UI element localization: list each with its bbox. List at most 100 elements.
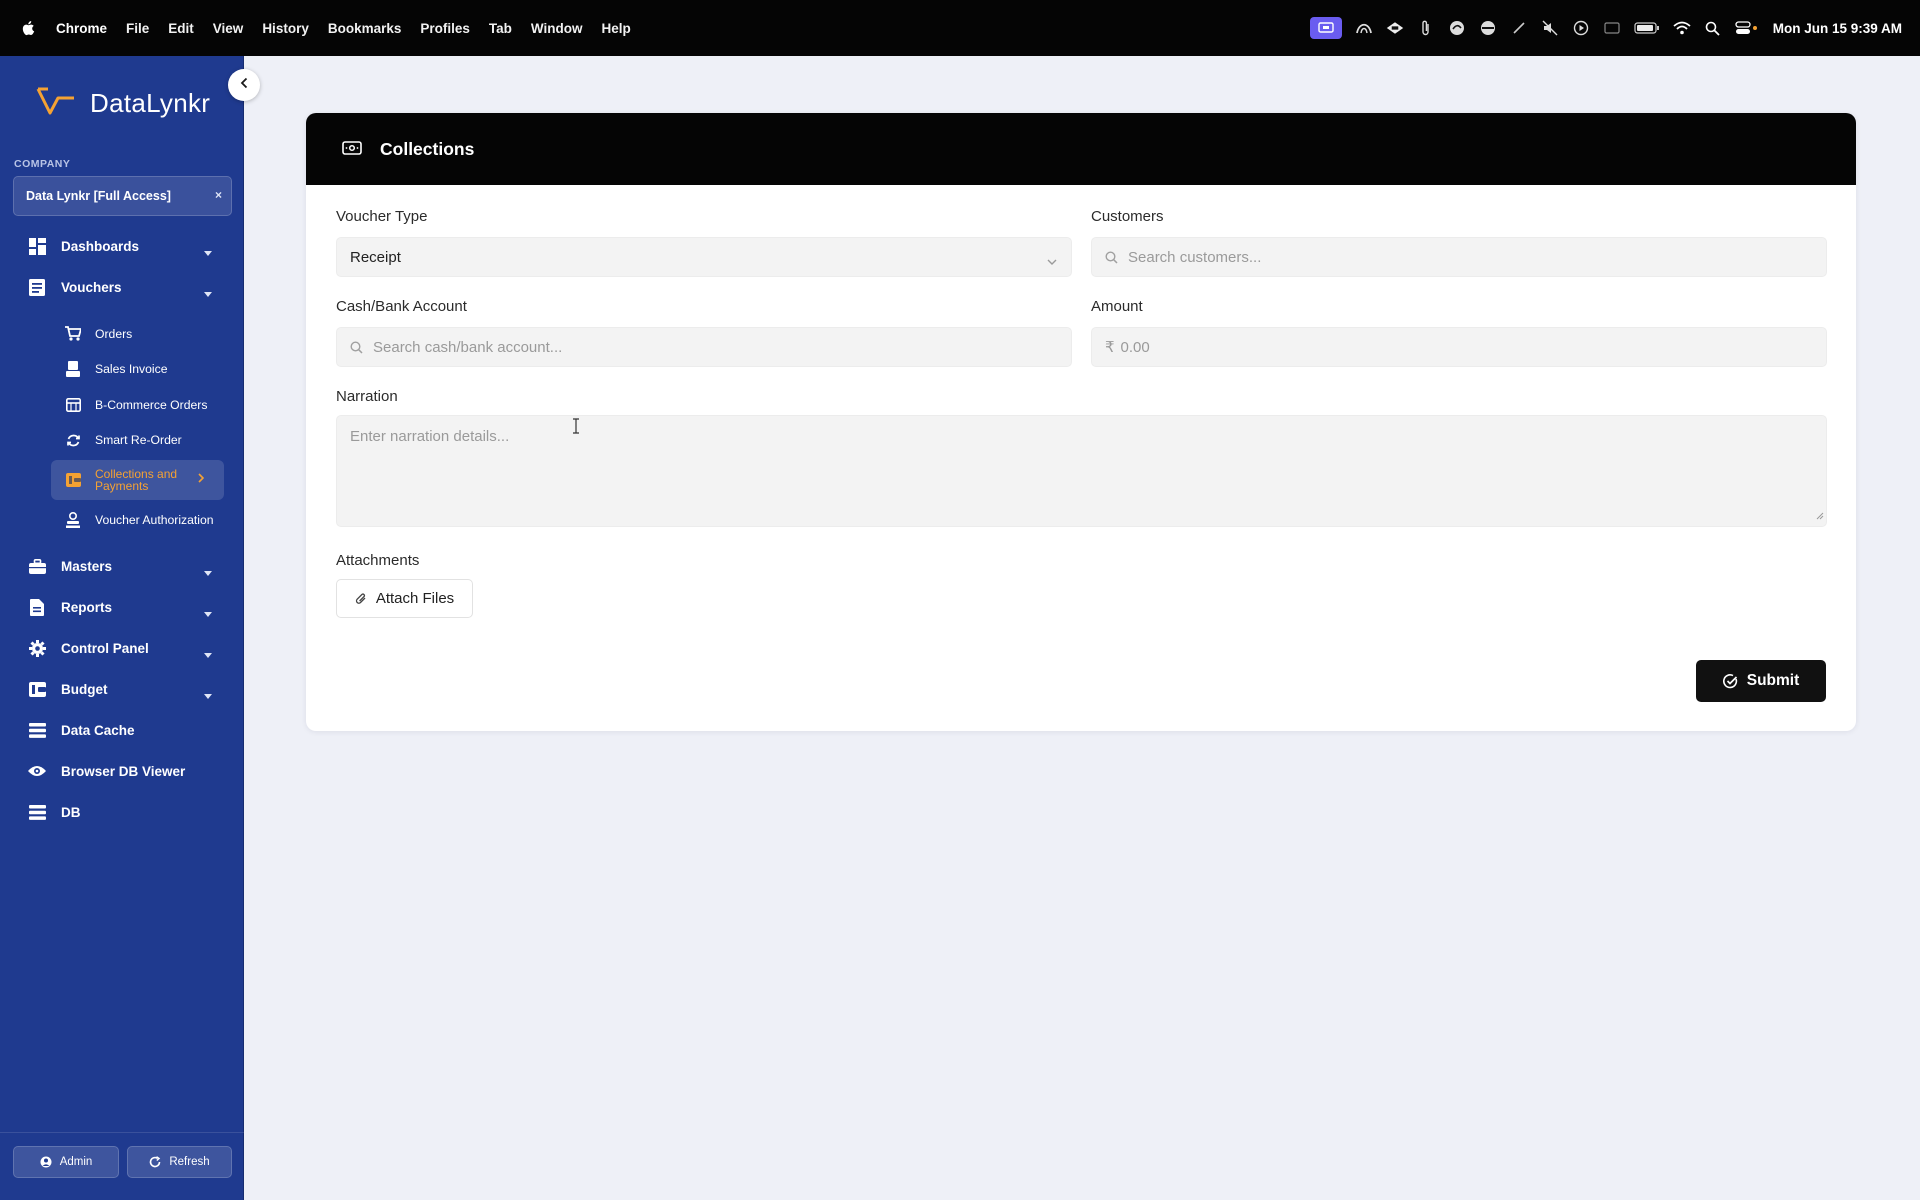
sidebar-subitem-collections-and-payments[interactable]: Collections and Payments [51,460,224,500]
sidebar-item-reports[interactable]: Reports [0,587,244,628]
menu-tab[interactable]: Tab [489,21,512,36]
menu-clock[interactable]: Mon Jun 15 9:39 AM [1773,21,1902,36]
list-icon [28,803,46,821]
menu-edit[interactable]: Edit [168,21,194,36]
pen-icon[interactable] [1510,19,1528,37]
company-label: COMPANY [14,158,71,170]
voucher-type-label: Voucher Type [336,208,428,225]
sidebar-subitem-sales-invoice[interactable]: Sales Invoice [0,352,244,388]
text-cursor-icon [571,418,581,434]
refresh-button[interactable]: Refresh [127,1146,232,1178]
system-menu-bar: Chrome File Edit View History Bookmarks … [0,0,1920,56]
sidebar-toggle-icon[interactable] [1603,19,1621,37]
dashboard-icon [28,238,46,256]
narration-placeholder: Enter narration details... [350,428,510,445]
menu-help[interactable]: Help [602,21,631,36]
control-center-icon[interactable] [1735,19,1759,37]
amount-input[interactable]: ₹ 0.00 [1091,327,1827,367]
globe-app-icon[interactable] [1479,19,1497,37]
gear-icon [28,639,46,657]
amount-placeholder: 0.00 [1120,338,1150,356]
sidebar-item-data-cache[interactable]: Data Cache [0,710,244,751]
sidebar-item-browser-db-viewer[interactable]: Browser DB Viewer [0,751,244,792]
clear-company-icon[interactable]: × [215,188,222,202]
sidebar-subitem-b-commerce-orders[interactable]: B-Commerce Orders [0,387,244,423]
resize-grip-icon[interactable] [1816,507,1824,524]
sidebar-subitem-label: Collections and Payments [95,467,178,493]
mute-icon[interactable] [1541,19,1559,37]
brand-logo[interactable]: DataLynkr [36,86,210,121]
sidebar-subitem-label: Sales Invoice [95,362,168,377]
sidebar-subitem-label: Orders [95,326,133,341]
caret-down-icon [204,605,212,620]
sidebar-item-vouchers[interactable]: Vouchers [0,267,244,308]
paperclip-icon [355,592,367,606]
menu-app-name[interactable]: Chrome [56,21,107,36]
narration-label: Narration [336,388,398,405]
refresh-button-label: Refresh [169,1156,210,1168]
chevron-right-icon [198,473,205,485]
sidebar-item-budget[interactable]: Budget [0,669,244,710]
voucher-type-select[interactable]: Receipt [336,237,1072,277]
sidebar-item-control-panel[interactable]: Control Panel [0,628,244,669]
arc-icon[interactable] [1355,19,1373,37]
sidebar-subitem-label: Smart Re-Order [95,433,182,448]
sidebar-item-db[interactable]: DB [0,792,244,833]
customers-placeholder: Search customers... [1128,248,1262,266]
sidebar-item-label: Budget [61,681,108,697]
menu-file[interactable]: File [126,21,149,36]
menu-window[interactable]: Window [531,21,583,36]
wifi-icon[interactable] [1673,19,1691,37]
menu-history[interactable]: History [262,21,309,36]
customers-search-input[interactable]: Search customers... [1091,237,1827,277]
submit-button[interactable]: Submit [1696,660,1826,702]
screen-share-icon[interactable] [1309,17,1342,39]
admin-button[interactable]: Admin [13,1146,119,1178]
apple-icon[interactable] [20,19,38,37]
collapse-sidebar-button[interactable] [228,69,260,101]
caret-down-icon [204,285,212,300]
status-tray: Mon Jun 15 9:39 AM [1297,0,1902,56]
report-icon [28,598,46,616]
amount-label: Amount [1091,298,1143,315]
diamond-icon[interactable] [1386,19,1404,37]
sidebar-item-label: Control Panel [61,640,149,656]
list-icon [28,721,46,739]
menu-bookmarks[interactable]: Bookmarks [328,21,402,36]
check-circle-icon [1722,673,1738,689]
sidebar-nav: Dashboards Vouchers Orders Sales Invoice [0,226,244,833]
sidebar: DataLynkr COMPANY Data Lynkr [Full Acces… [0,56,244,1200]
card-header: Collections [306,113,1856,185]
caret-down-icon [204,564,212,579]
caret-down-icon [204,646,212,661]
attach-files-button[interactable]: Attach Files [336,579,473,618]
paperclip-icon[interactable] [1417,19,1435,37]
cash-bank-search-input[interactable]: Search cash/bank account... [336,327,1072,367]
menu-profiles[interactable]: Profiles [420,21,470,36]
rupee-icon: ₹ [1105,339,1115,356]
sidebar-item-label: Vouchers [61,280,122,295]
spotlight-search-icon[interactable] [1704,19,1722,37]
cash-bank-label: Cash/Bank Account [336,298,467,315]
narration-textarea[interactable]: Enter narration details... [336,415,1827,527]
datalynkr-logo-icon [36,86,76,121]
sidebar-item-label: Data Cache [61,722,135,738]
battery-icon[interactable] [1634,19,1660,37]
page-title: Collections [380,138,475,159]
company-select[interactable]: Data Lynkr [Full Access] × [13,176,232,216]
circle-app-icon[interactable] [1448,19,1466,37]
menu-view[interactable]: View [213,21,244,36]
admin-button-label: Admin [59,1156,93,1168]
eye-icon [28,762,46,780]
sidebar-subitem-voucher-authorization[interactable]: Voucher Authorization [0,502,244,538]
cash-bank-placeholder: Search cash/bank account... [373,338,563,356]
search-icon [1105,250,1118,264]
sidebar-subitem-smart-re-order[interactable]: Smart Re-Order [0,423,244,459]
sidebar-subitem-orders[interactable]: Orders [0,316,244,352]
sidebar-item-dashboards[interactable]: Dashboards [0,226,244,267]
sidebar-item-masters[interactable]: Masters [0,546,244,587]
sidebar-item-label: Masters [61,558,113,574]
play-icon[interactable] [1572,19,1590,37]
attach-files-label: Attach Files [375,590,455,607]
sidebar-subitem-label: Voucher Authorization [95,512,214,527]
